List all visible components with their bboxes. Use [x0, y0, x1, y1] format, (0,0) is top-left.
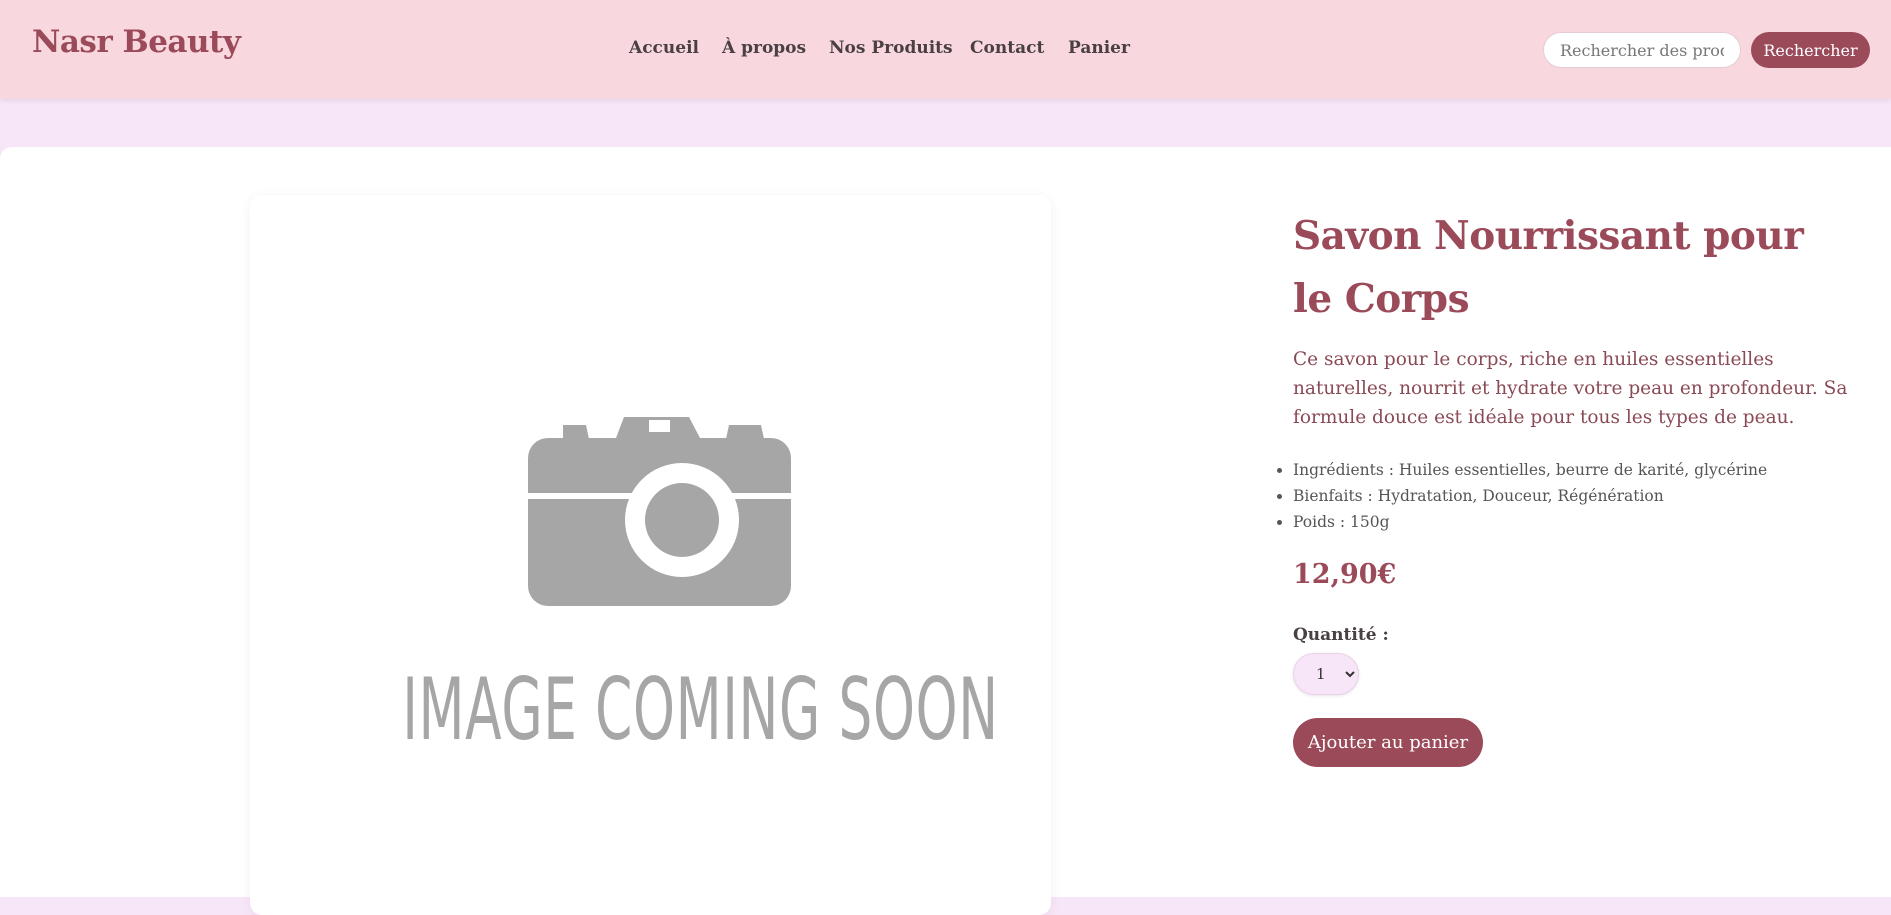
- feature-bienfaits: Bienfaits : Hydratation, Douceur, Régéné…: [1276, 483, 1767, 509]
- nav-link-accueil[interactable]: Accueil: [629, 38, 699, 58]
- nav-link-panier[interactable]: Panier: [1068, 38, 1130, 58]
- image-coming-soon-text: IMAGE COMING SOON: [402, 660, 999, 760]
- nav-link-a-propos[interactable]: À propos: [722, 38, 806, 58]
- quantity-label: Quantité :: [1293, 625, 1389, 645]
- product-image: IMAGE COMING SOON: [250, 195, 1051, 915]
- nav-link-contact[interactable]: Contact: [970, 38, 1044, 58]
- quantity-select[interactable]: 1: [1293, 653, 1359, 695]
- product-title: Savon Nourrissant pour le Corps: [1293, 213, 1804, 322]
- add-to-cart-button[interactable]: Ajouter au panier: [1293, 718, 1483, 767]
- product-section: IMAGE COMING SOON Savon Nourrissant pour…: [0, 147, 1891, 915]
- product-description: Ce savon pour le corps, riche en huiles …: [1293, 349, 1848, 428]
- search-input[interactable]: [1543, 32, 1741, 68]
- site-header: Nasr Beauty Accueil À propos Nos Produit…: [0, 0, 1891, 99]
- product-features: Ingrédients : Huiles essentielles, beurr…: [1276, 457, 1767, 535]
- search-button[interactable]: Rechercher: [1751, 32, 1870, 68]
- brand-logo[interactable]: Nasr Beauty: [32, 24, 241, 60]
- feature-poids: Poids : 150g: [1276, 509, 1767, 535]
- camera-icon: [528, 417, 791, 606]
- product-price: 12,90€: [1293, 559, 1397, 590]
- nav-link-nos-produits[interactable]: Nos Produits: [829, 38, 953, 58]
- feature-ingredients: Ingrédients : Huiles essentielles, beurr…: [1276, 457, 1767, 483]
